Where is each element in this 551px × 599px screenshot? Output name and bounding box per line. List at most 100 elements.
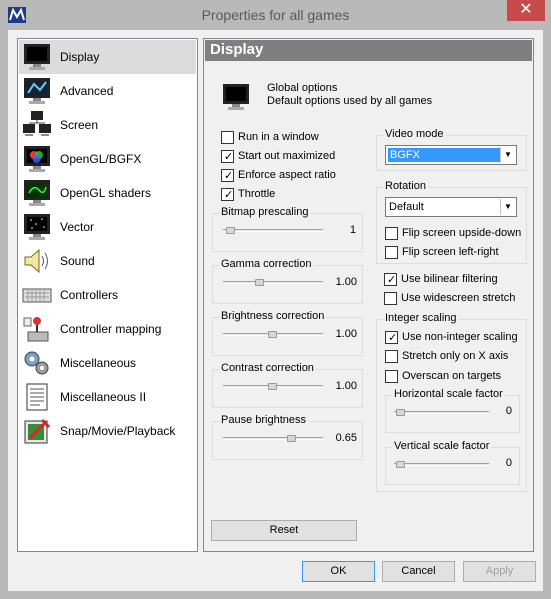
pause-brightness-group: Pause brightness 0.65 <box>212 414 363 460</box>
rotation-group: Rotation Default ▼ Flip screen upside-do… <box>376 180 527 264</box>
checkbox-label: Stretch only on X axis <box>402 350 509 362</box>
sidebar-item-sound[interactable]: Sound <box>19 244 196 278</box>
checkbox-box[interactable] <box>385 246 398 259</box>
checkbox-label: Use widescreen stretch <box>401 292 516 304</box>
slider-thumb[interactable] <box>287 435 296 442</box>
slider-value: 0 <box>505 457 512 469</box>
joystick-icon <box>23 317 49 342</box>
video-mode-select[interactable]: BGFX ▼ <box>385 145 517 165</box>
vertical-scale-group: Vertical scale factor 0 <box>385 440 520 485</box>
checkbox-box[interactable] <box>384 292 397 305</box>
slider-thumb[interactable] <box>396 461 405 468</box>
monitor-icon <box>24 44 50 70</box>
checkbox-box[interactable]: ✓ <box>221 150 234 163</box>
global-options-title: Global options <box>267 82 338 94</box>
sidebar-item-label: Miscellaneous <box>60 356 137 370</box>
panel-title: Display <box>205 40 532 61</box>
checkbox-box[interactable] <box>385 370 398 383</box>
checkbox-label: Use non-integer scaling <box>402 331 518 343</box>
group-label: Contrast correction <box>219 362 316 374</box>
bitmap-prescaling-slider[interactable] <box>223 229 323 232</box>
cancel-button[interactable]: Cancel <box>382 561 455 582</box>
slider-thumb[interactable] <box>226 227 235 234</box>
checkbox-box[interactable] <box>385 227 398 240</box>
slider-thumb[interactable] <box>396 409 405 416</box>
check-mark-icon: ✓ <box>388 332 398 344</box>
snapshot-icon <box>24 418 51 444</box>
chevron-down-icon[interactable]: ▼ <box>500 147 515 163</box>
category-list[interactable]: Display Advanced Screen OpenGL/BGFX Open… <box>17 38 198 552</box>
rotation-select[interactable]: Default ▼ <box>385 197 517 217</box>
sidebar-item-label: Controllers <box>60 288 119 302</box>
slider-value: 1 <box>349 224 356 236</box>
checkbox-label: Use bilinear filtering <box>401 273 498 285</box>
apply-button[interactable]: Apply <box>463 561 536 582</box>
sidebar-item-miscellaneous-ii[interactable]: Miscellaneous II <box>19 380 196 414</box>
select-value: Default <box>389 201 424 213</box>
slider-value: 0.65 <box>335 432 357 444</box>
checkbox-label: Enforce aspect ratio <box>238 169 336 181</box>
checkbox-box[interactable]: ✓ <box>221 188 234 201</box>
sidebar-item-opengl-bgfx[interactable]: OpenGL/BGFX <box>19 142 196 176</box>
checkbox-label: Start out maximized <box>238 150 336 162</box>
sidebar-item-display[interactable]: Display <box>19 40 196 74</box>
checkbox-box[interactable]: ✓ <box>221 169 234 182</box>
sidebar-item-controller-mapping[interactable]: Controller mapping <box>19 312 196 346</box>
sidebar-item-label: Controller mapping <box>60 322 162 336</box>
sidebar-item-screen[interactable]: Screen <box>19 108 196 142</box>
group-label: Vertical scale factor <box>392 440 492 452</box>
sidebar-item-opengl-shaders[interactable]: OpenGL shaders <box>19 176 196 210</box>
ok-button[interactable]: OK <box>302 561 375 582</box>
check-mark-icon: ✓ <box>387 274 397 286</box>
slider-thumb[interactable] <box>255 279 264 286</box>
sidebar-item-label: Vector <box>60 220 95 234</box>
gamma-correction-group: Gamma correction 1.00 <box>212 258 363 304</box>
group-label: Rotation <box>383 180 428 192</box>
close-button[interactable]: ✕ <box>507 0 545 21</box>
sidebar-item-label: Snap/Movie/Playback <box>60 424 176 438</box>
title-bar[interactable]: Properties for all games ✕ <box>0 0 551 30</box>
checkbox-box[interactable] <box>221 131 234 144</box>
checkbox-label: Flip screen upside-down <box>402 227 522 239</box>
dialog-client: Display Advanced Screen OpenGL/BGFX Open… <box>8 30 543 591</box>
sidebar-item-advanced[interactable]: Advanced <box>19 74 196 108</box>
opengl-monitor-icon <box>24 146 50 172</box>
checkbox-box[interactable] <box>385 350 398 363</box>
monitor-icon <box>223 84 249 110</box>
gamma-correction-slider[interactable] <box>223 281 323 284</box>
slider-thumb[interactable] <box>268 383 277 390</box>
checkbox-label: Flip screen left-right <box>402 246 499 258</box>
gears-icon <box>24 351 49 375</box>
sidebar-item-label: Display <box>60 50 100 64</box>
check-mark-icon: ✓ <box>224 189 234 201</box>
speaker-icon <box>24 248 48 274</box>
checkbox-box[interactable]: ✓ <box>385 331 398 344</box>
sidebar-item-snap-movie-playback[interactable]: Snap/Movie/Playback <box>19 414 196 448</box>
pause-brightness-slider[interactable] <box>223 437 323 440</box>
select-value: BGFX <box>388 148 500 162</box>
document-icon <box>26 383 48 411</box>
screens-icon <box>23 111 51 136</box>
sidebar-item-vector[interactable]: Vector <box>19 210 196 244</box>
sidebar-item-controllers[interactable]: Controllers <box>19 278 196 312</box>
integer-scaling-group: Integer scaling ✓ Use non-integer scalin… <box>376 312 527 492</box>
checkbox-box[interactable]: ✓ <box>384 273 397 286</box>
checkbox-label: Overscan on targets <box>402 370 502 382</box>
shader-monitor-icon <box>24 180 50 206</box>
checkbox-label: Throttle <box>238 188 276 200</box>
window-title: Properties for all games <box>201 7 350 23</box>
chevron-down-icon[interactable]: ▼ <box>500 199 515 215</box>
check-mark-icon: ✓ <box>224 170 234 182</box>
advanced-display-icon <box>24 78 50 104</box>
group-label: Pause brightness <box>219 414 308 426</box>
global-options-description: Default options used by all games <box>267 95 433 107</box>
slider-value: 0 <box>505 405 512 417</box>
sidebar-item-miscellaneous[interactable]: Miscellaneous <box>19 346 196 380</box>
bitmap-prescaling-group: Bitmap prescaling 1 <box>212 206 363 252</box>
reset-button[interactable]: Reset <box>211 520 357 541</box>
slider-thumb[interactable] <box>268 331 277 338</box>
brightness-correction-group: Brightness correction 1.00 <box>212 310 363 356</box>
group-label: Integer scaling <box>383 312 459 324</box>
keyboard-icon <box>22 288 52 303</box>
sidebar-item-label: OpenGL/BGFX <box>60 152 142 166</box>
